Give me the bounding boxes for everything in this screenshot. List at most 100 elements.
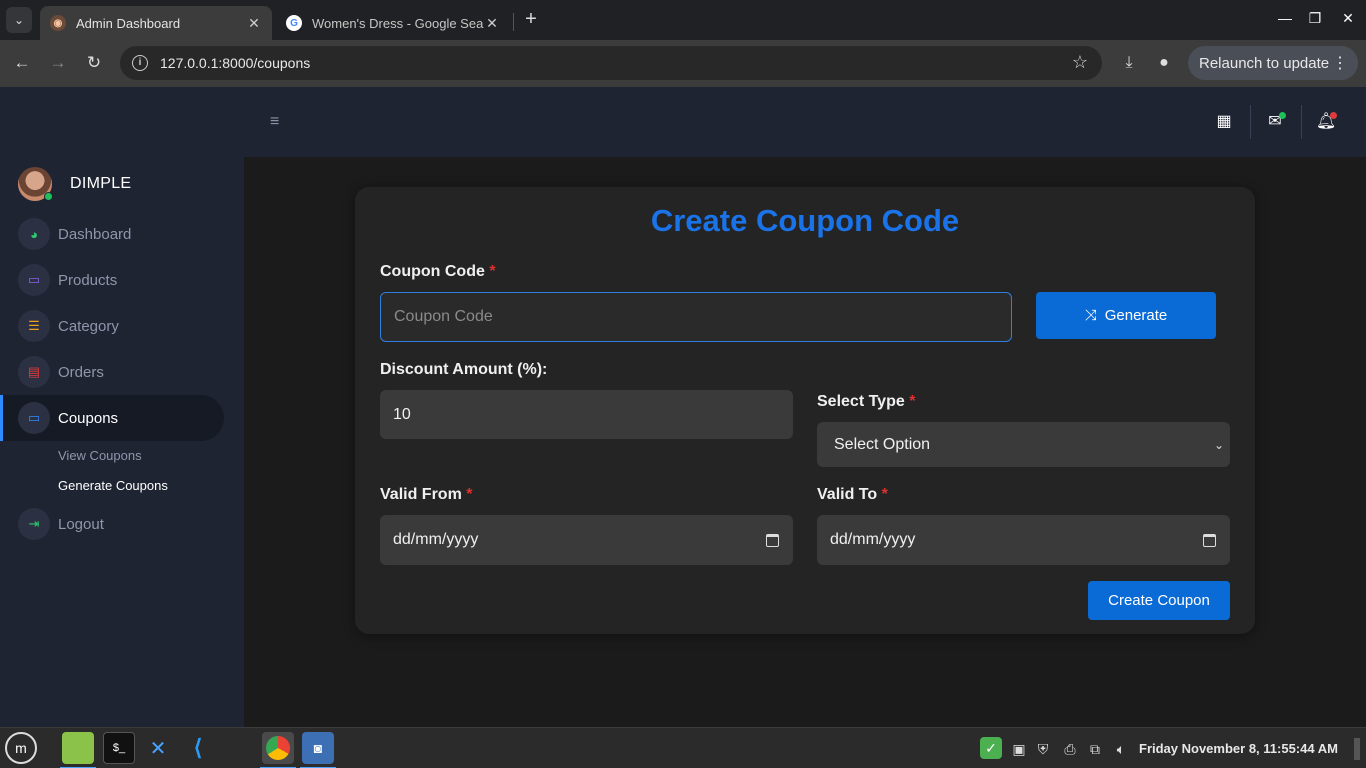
valid-from-date-input[interactable]: dd/mm/yyyy — [380, 515, 793, 565]
files-icon[interactable] — [60, 732, 96, 768]
sidebar-item-coupons[interactable]: ▭ Coupons — [0, 395, 224, 441]
coupon-code-label: Coupon Code * — [380, 263, 496, 280]
volume-icon[interactable]: 🔈︎ — [1112, 740, 1130, 758]
tab-close-icon[interactable]: ✕ — [484, 15, 500, 32]
new-tab-icon[interactable]: + — [520, 8, 542, 30]
gauge-icon: ◕ — [18, 218, 50, 250]
site-info-icon[interactable]: i — [132, 55, 148, 71]
tool-icon[interactable]: ✕ — [142, 732, 174, 764]
mint-menu-icon[interactable]: m — [5, 732, 37, 764]
printer-icon[interactable]: ⎙ — [1061, 740, 1079, 758]
discount-value: 10 — [393, 405, 411, 423]
sidebar-item-category[interactable]: ☰ Category — [0, 303, 224, 349]
tab-search-button[interactable]: ⌄ — [6, 7, 32, 33]
tab-close-icon[interactable]: ✕ — [246, 15, 262, 32]
relaunch-button[interactable]: Relaunch to update ⋮ — [1188, 46, 1358, 80]
valid-to-date-input[interactable]: dd/mm/yyyy — [817, 515, 1230, 565]
terminal-icon[interactable]: $_ — [103, 732, 135, 764]
reload-icon[interactable]: ↻ — [83, 52, 105, 74]
hamburger-menu-icon[interactable]: ≡ — [270, 113, 279, 131]
notification-badge-dot — [1330, 112, 1337, 119]
valid-from-label: Valid From * — [380, 486, 473, 503]
chevron-down-icon: ⌄ — [1213, 437, 1224, 452]
generate-label: Generate — [1104, 307, 1168, 324]
screenshot-icon[interactable]: ◙ — [300, 732, 336, 768]
page-title: Create Coupon Code — [650, 203, 960, 238]
address-bar[interactable]: i 127.0.0.1:8000/coupons ☆ — [120, 46, 1102, 80]
sidebar: DIMPLE ◕ Dashboard ▭ Products ☰ Category… — [0, 157, 244, 727]
user-name: DIMPLE — [70, 175, 132, 192]
sidebar-item-label: Orders — [58, 363, 104, 381]
os-taskbar: m $_ ✕ ⟨ ◙ ✓ ▣ ⛨ ⎙ ⧉ 🔈︎ Friday November … — [0, 727, 1366, 768]
coupon-code-input[interactable]: Coupon Code — [380, 292, 1012, 342]
network-icon[interactable]: ⧉ — [1086, 740, 1104, 758]
clipboard-icon[interactable]: ▣ — [1010, 740, 1028, 758]
vscode-icon[interactable]: ⟨ — [182, 732, 214, 764]
sidebar-item-logout[interactable]: ⇥ Logout — [0, 501, 224, 547]
grid-apps-icon[interactable]: ▦ — [1213, 111, 1235, 133]
tab-title: Admin Dashboard — [76, 15, 181, 31]
create-coupon-card: Create Coupon Code Coupon Code * Coupon … — [355, 187, 1255, 634]
required-mark: * — [881, 486, 888, 503]
tab-google-search[interactable]: G Women's Dress - Google Sea ✕ — [276, 6, 510, 40]
download-icon[interactable]: ⤓ — [1118, 52, 1140, 74]
main-content: Create Coupon Code Coupon Code * Coupon … — [244, 157, 1366, 727]
chrome-icon[interactable] — [260, 732, 296, 768]
required-mark: * — [909, 393, 916, 410]
discount-label: Discount Amount (%): — [380, 361, 548, 378]
browser-toolbar: ← → ↻ i 127.0.0.1:8000/coupons ☆ ⤓ ● Rel… — [0, 40, 1366, 87]
select-type-label: Select Type * — [817, 393, 916, 410]
url-text[interactable]: 127.0.0.1:8000/coupons — [160, 55, 310, 71]
minimize-icon[interactable]: — — [1275, 10, 1295, 26]
calendar-icon[interactable] — [766, 533, 779, 547]
user-profile[interactable]: DIMPLE — [18, 167, 131, 201]
tab-admin-dashboard[interactable]: ◉ Admin Dashboard ✕ — [40, 6, 272, 40]
laptop-icon: ▭ — [18, 264, 50, 296]
sidebar-item-products[interactable]: ▭ Products — [0, 257, 224, 303]
select-type-dropdown[interactable]: Select Option ⌄ — [817, 422, 1230, 467]
sidebar-item-dashboard[interactable]: ◕ Dashboard — [0, 211, 224, 257]
coupon-code-placeholder: Coupon Code — [394, 308, 493, 325]
google-favicon-icon: G — [286, 15, 302, 31]
valid-to-label: Valid To * — [817, 486, 888, 503]
list-icon: ☰ — [18, 310, 50, 342]
create-coupon-label: Create Coupon — [1108, 592, 1210, 609]
sidebar-subitem-generate-coupons[interactable]: Generate Coupons — [58, 478, 168, 493]
required-mark: * — [489, 263, 496, 280]
avatar — [18, 167, 53, 201]
forward-icon[interactable]: → — [47, 52, 69, 74]
shield-check-icon[interactable]: ✓ — [980, 737, 1002, 759]
bookmark-star-icon[interactable]: ☆ — [1072, 52, 1088, 73]
header-divider — [1301, 105, 1302, 139]
sidebar-item-label: Category — [58, 317, 119, 335]
online-status-dot — [44, 192, 53, 201]
shuffle-icon: ⤨ — [1084, 307, 1097, 324]
discount-amount-input[interactable]: 10 — [380, 390, 793, 439]
show-desktop-button[interactable] — [1354, 738, 1360, 760]
tab-divider — [513, 13, 514, 31]
valid-to-placeholder: dd/mm/yyyy — [830, 531, 916, 548]
back-icon[interactable]: ← — [11, 52, 33, 74]
calendar-icon[interactable] — [1203, 533, 1216, 547]
valid-from-placeholder: dd/mm/yyyy — [393, 531, 479, 548]
sidebar-item-label: Logout — [58, 515, 104, 533]
required-mark: * — [466, 486, 473, 503]
browser-tab-bar: ⌄ ◉ Admin Dashboard ✕ G Women's Dress - … — [0, 0, 1366, 40]
table-icon: ▤ — [18, 356, 50, 388]
generate-button[interactable]: ⤨ Generate — [1036, 292, 1216, 339]
window-close-icon[interactable]: ✕ — [1338, 10, 1358, 27]
create-coupon-button[interactable]: Create Coupon — [1088, 581, 1230, 620]
clock[interactable]: Friday November 8, 11:55:44 AM — [1139, 741, 1338, 756]
security-icon[interactable]: ⛨ — [1034, 740, 1052, 758]
menu-dots-icon[interactable]: ⋮ — [1332, 53, 1348, 73]
admin-favicon-icon: ◉ — [50, 15, 66, 31]
tab-title: Women's Dress - Google Sea — [312, 15, 484, 31]
sidebar-subitem-view-coupons[interactable]: View Coupons — [58, 448, 142, 463]
select-type-value: Select Option — [834, 435, 931, 453]
profile-icon[interactable]: ● — [1153, 52, 1175, 74]
header-divider — [1250, 105, 1251, 139]
sidebar-item-orders[interactable]: ▤ Orders — [0, 349, 224, 395]
app-header: ≡ ▦ ✉ 🔔︎ — [0, 87, 1366, 157]
restore-icon[interactable]: ❐ — [1305, 10, 1325, 27]
sidebar-item-label: Dashboard — [58, 225, 132, 243]
